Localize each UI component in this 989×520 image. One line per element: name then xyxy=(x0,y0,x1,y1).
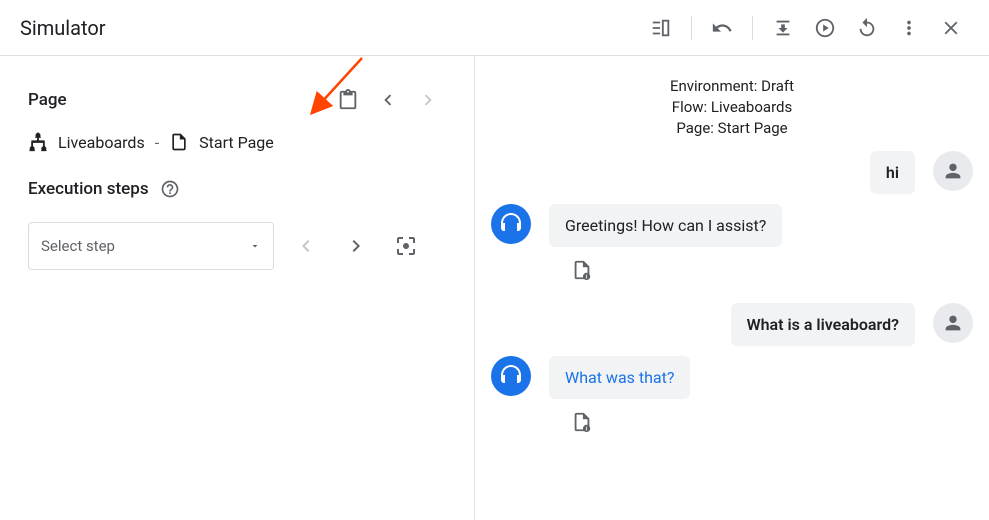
page-value: Start Page xyxy=(718,119,788,137)
left-panel: Page Liveaboards - Start xyxy=(0,56,475,520)
toggle-panel-icon[interactable] xyxy=(643,10,679,46)
dropdown-caret-icon xyxy=(249,240,261,252)
reset-icon[interactable] xyxy=(849,10,885,46)
body: Page Liveaboards - Start xyxy=(0,56,989,520)
right-panel: Environment: Draft Flow: Liveaboards Pag… xyxy=(475,56,989,520)
breadcrumb-separator: - xyxy=(155,133,159,152)
more-icon[interactable] xyxy=(891,10,927,46)
user-message-bubble: What is a liveaboard? xyxy=(731,303,915,346)
user-avatar-icon xyxy=(933,151,973,191)
chat-row-agent: What was that? xyxy=(491,356,973,399)
step-prev-icon xyxy=(288,228,324,264)
user-message-bubble: hi xyxy=(870,151,915,194)
page-next-icon xyxy=(410,82,446,118)
close-icon[interactable] xyxy=(933,10,969,46)
chat-row-user: What is a liveaboard? xyxy=(491,303,973,346)
page-section-row: Page xyxy=(28,82,446,118)
breadcrumb: Liveaboards - Start Page xyxy=(28,132,446,152)
original-response-row: i xyxy=(491,257,973,283)
import-icon[interactable] xyxy=(765,10,801,46)
env-value: Draft xyxy=(761,77,794,95)
chat-row-agent: Greetings! How can I assist? xyxy=(491,204,973,247)
execution-label: Execution steps xyxy=(28,179,149,199)
breadcrumb-flow[interactable]: Liveaboards xyxy=(58,133,145,152)
original-response-icon[interactable]: i xyxy=(569,409,595,435)
select-step-placeholder: Select step xyxy=(41,237,115,255)
agent-message-bubble: Greetings! How can I assist? xyxy=(549,204,782,247)
play-icon[interactable] xyxy=(807,10,843,46)
divider xyxy=(752,16,753,40)
help-icon[interactable] xyxy=(157,176,183,202)
page-prev-icon[interactable] xyxy=(370,82,406,118)
page-section-label: Page xyxy=(28,90,330,110)
page-title: Simulator xyxy=(20,16,643,40)
user-avatar-icon xyxy=(933,303,973,343)
page-icon xyxy=(169,132,189,152)
clipboard-icon[interactable] xyxy=(330,82,366,118)
breadcrumb-page[interactable]: Start Page xyxy=(199,133,274,152)
select-step-dropdown[interactable]: Select step xyxy=(28,222,274,270)
agent-avatar-icon xyxy=(491,356,531,396)
header-actions xyxy=(643,10,969,46)
chat-row-user: hi xyxy=(491,151,973,194)
page-label: Page: xyxy=(676,119,714,137)
focus-icon[interactable] xyxy=(388,228,424,264)
flow-label: Flow: xyxy=(672,98,707,116)
original-response-row: i xyxy=(491,409,973,435)
flow-value: Liveaboards xyxy=(711,98,792,116)
divider xyxy=(691,16,692,40)
env-label: Environment: xyxy=(670,77,757,95)
agent-message-bubble[interactable]: What was that? xyxy=(549,356,690,399)
agent-avatar-icon xyxy=(491,204,531,244)
step-next-icon[interactable] xyxy=(338,228,374,264)
original-response-icon[interactable]: i xyxy=(569,257,595,283)
execution-row: Execution steps xyxy=(28,176,446,202)
flow-icon xyxy=(28,132,48,152)
undo-icon[interactable] xyxy=(704,10,740,46)
header: Simulator xyxy=(0,0,989,56)
step-controls: Select step xyxy=(28,222,446,270)
context-info: Environment: Draft Flow: Liveaboards Pag… xyxy=(491,76,973,139)
